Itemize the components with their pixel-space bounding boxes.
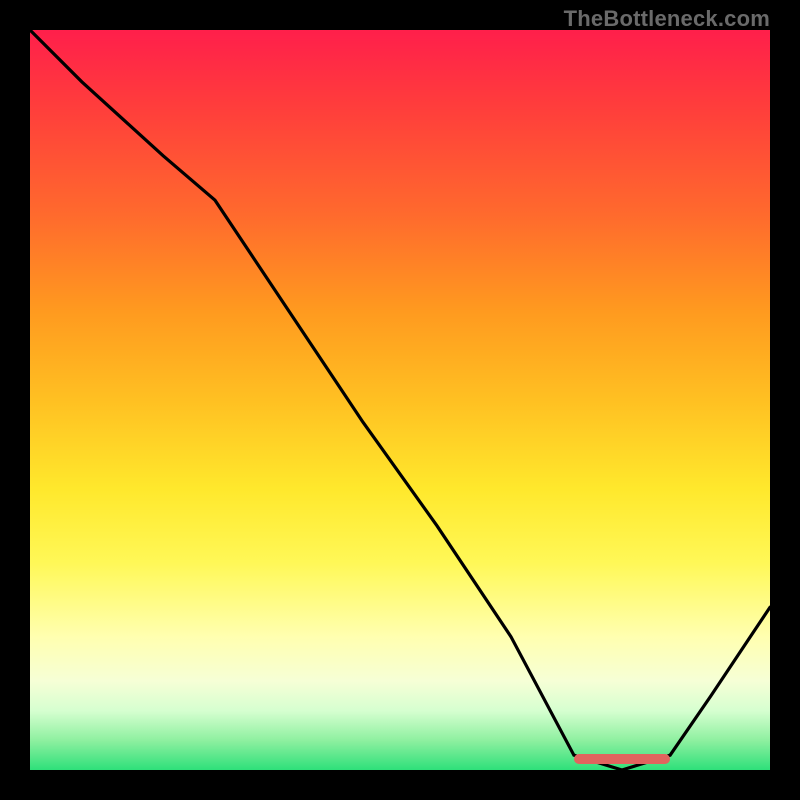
- watermark-text: TheBottleneck.com: [564, 6, 770, 32]
- bottleneck-line-chart: [30, 30, 770, 770]
- optimal-range-marker: [574, 754, 670, 764]
- chart-frame: TheBottleneck.com: [0, 0, 800, 800]
- bottleneck-curve-path: [30, 30, 770, 770]
